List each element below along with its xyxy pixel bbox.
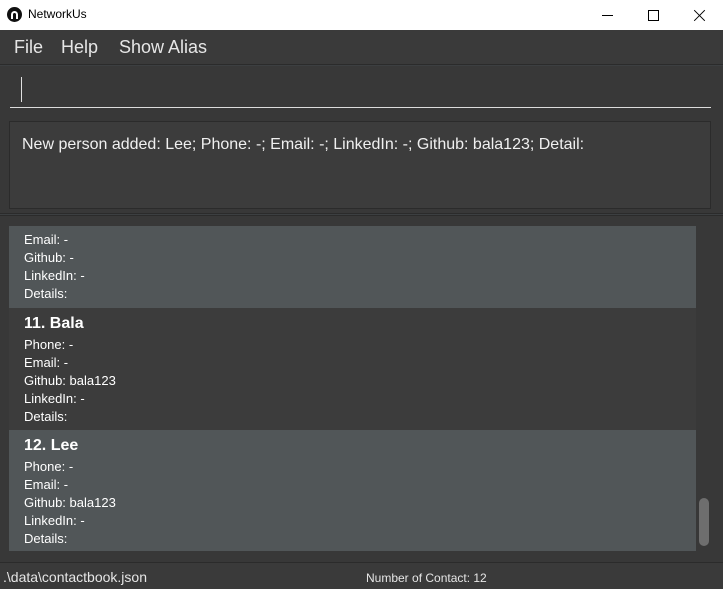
- text-caret: [21, 77, 22, 102]
- minimize-icon: [601, 14, 613, 16]
- contact-count: Number of Contact: 12: [366, 571, 487, 585]
- app-logo-icon: [7, 7, 22, 22]
- contact-list[interactable]: Email: - Github: - LinkedIn: - Details: …: [9, 226, 696, 551]
- contact-email: Email: -: [24, 232, 69, 247]
- result-message: New person added: Lee; Phone: -; Email: …: [22, 136, 585, 153]
- window-title: NetworkUs: [28, 7, 87, 21]
- close-icon: [693, 9, 706, 22]
- menu-help[interactable]: Help: [61, 37, 98, 58]
- menu-bar: File Help Show Alias: [0, 30, 723, 65]
- contact-list-scrollbar[interactable]: [699, 225, 709, 550]
- contact-github: Github: bala123: [24, 373, 116, 388]
- contact-card[interactable]: 12. Lee Phone: - Email: - Github: bala12…: [9, 430, 696, 551]
- contact-card[interactable]: 11. Bala Phone: - Email: - Github: bala1…: [9, 308, 696, 430]
- result-box[interactable]: New person added: Lee; Phone: -; Email: …: [9, 121, 711, 209]
- contact-linkedin: LinkedIn: -: [24, 513, 85, 528]
- contact-github: Github: -: [24, 250, 74, 265]
- result-display: New person added: Lee; Phone: -; Email: …: [0, 116, 723, 214]
- command-input[interactable]: [10, 74, 711, 108]
- title-bar: NetworkUs: [0, 0, 723, 30]
- contact-details: Details:: [24, 409, 68, 424]
- contact-details: Details:: [24, 531, 68, 546]
- contact-name: 11. Bala: [24, 315, 84, 332]
- contact-card[interactable]: Email: - Github: - LinkedIn: - Details:: [9, 226, 696, 308]
- contact-linkedin: LinkedIn: -: [24, 268, 85, 283]
- menu-file[interactable]: File: [14, 37, 43, 58]
- contact-phone: Phone: -: [24, 337, 74, 352]
- contact-linkedin: LinkedIn: -: [24, 391, 85, 406]
- contact-email: Email: -: [24, 355, 69, 370]
- save-location: .\data\contactbook.json: [3, 569, 147, 585]
- contact-list-panel: Email: - Github: - LinkedIn: - Details: …: [0, 215, 723, 562]
- maximize-icon: [647, 9, 659, 21]
- status-bar: .\data\contactbook.json Number of Contac…: [0, 562, 723, 589]
- contact-details: Details:: [24, 286, 68, 301]
- command-box: [0, 66, 723, 116]
- close-button[interactable]: [676, 0, 722, 30]
- menu-show-alias[interactable]: Show Alias: [119, 37, 207, 58]
- contact-email: Email: -: [24, 477, 69, 492]
- scrollbar-thumb[interactable]: [699, 498, 709, 546]
- minimize-button[interactable]: [584, 0, 630, 30]
- maximize-button[interactable]: [630, 0, 676, 30]
- contact-github: Github: bala123: [24, 495, 116, 510]
- contact-name: 12. Lee: [24, 437, 79, 454]
- contact-phone: Phone: -: [24, 459, 74, 474]
